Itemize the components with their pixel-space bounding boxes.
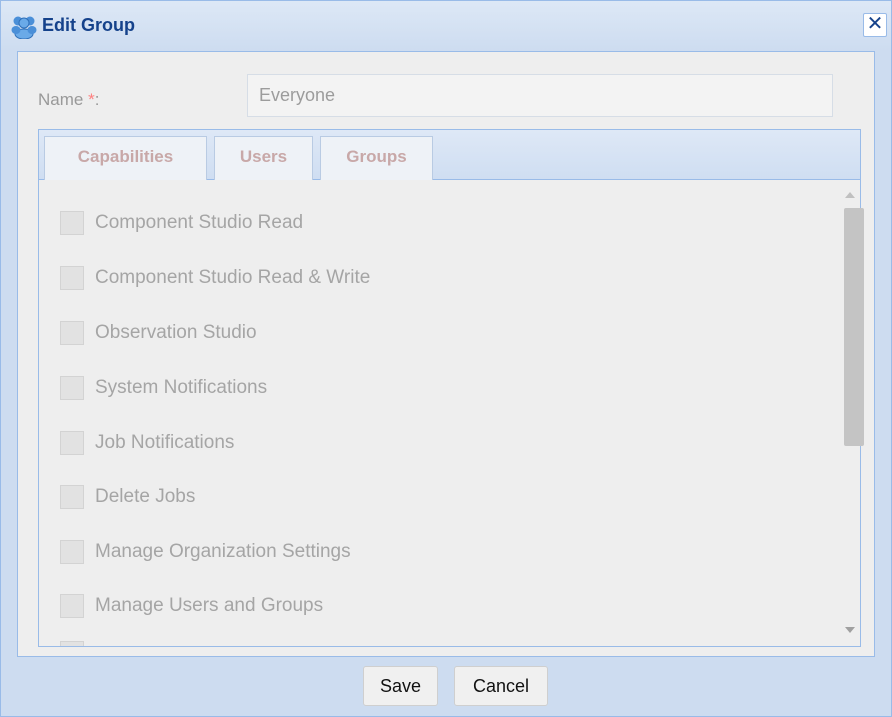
required-marker: * (88, 90, 95, 109)
capability-label: Observation Studio (95, 322, 257, 343)
capability-label: Delete Jobs (95, 486, 196, 507)
capability-checkbox[interactable] (60, 540, 84, 564)
capability-label: Manage Organization Settings (95, 541, 351, 562)
name-label-colon: : (94, 90, 100, 109)
dialog-title: Edit Group (42, 15, 135, 35)
capability-checkbox[interactable] (60, 266, 84, 290)
tab-capabilities[interactable]: Capabilities (44, 136, 207, 180)
name-label-text: Name (38, 90, 84, 109)
close-button[interactable]: ✕ (863, 13, 887, 37)
capability-checkbox-partial[interactable] (60, 641, 84, 646)
capability-label: Component Studio Read (95, 212, 304, 233)
dialog-body: Name *: Everyone Capabilities Users Grou… (17, 51, 875, 657)
capabilities-list: Component Studio Read Component Studio R… (39, 180, 864, 646)
tab-strip: Capabilities Users Groups (39, 130, 860, 180)
capability-checkbox[interactable] (60, 321, 84, 345)
close-icon: ✕ (866, 13, 884, 35)
scroll-down-arrow-icon[interactable] (845, 627, 855, 633)
group-tab-panel: Capabilities Users Groups Component Stud… (38, 129, 864, 647)
scrollbar-thumb[interactable] (844, 208, 864, 446)
edit-group-dialog: Edit Group ✕ Name *: Everyone Capabiliti… (0, 0, 892, 717)
save-button[interactable]: Save (363, 666, 438, 706)
capability-label: Manage Users and Groups (95, 595, 324, 616)
scrollbar[interactable] (840, 180, 864, 646)
scroll-up-arrow-icon[interactable] (845, 192, 855, 198)
users-group-icon (11, 13, 37, 40)
tab-users[interactable]: Users (214, 136, 313, 180)
dialog-footer: Save Cancel (1, 658, 891, 716)
capability-checkbox[interactable] (60, 376, 84, 400)
capability-label: Component Studio Read & Write (95, 267, 371, 288)
cancel-button[interactable]: Cancel (454, 666, 548, 706)
capability-checkbox[interactable] (60, 211, 84, 235)
tab-groups[interactable]: Groups (320, 136, 433, 180)
capability-checkbox[interactable] (60, 485, 84, 509)
name-label: Name *: (38, 90, 99, 110)
capability-label: Job Notifications (95, 432, 235, 453)
name-field[interactable]: Everyone (247, 74, 833, 117)
capability-checkbox[interactable] (60, 594, 84, 618)
capability-label: System Notifications (95, 377, 268, 398)
capability-checkbox[interactable] (60, 431, 84, 455)
dialog-titlebar[interactable]: Edit Group ✕ (1, 1, 891, 51)
